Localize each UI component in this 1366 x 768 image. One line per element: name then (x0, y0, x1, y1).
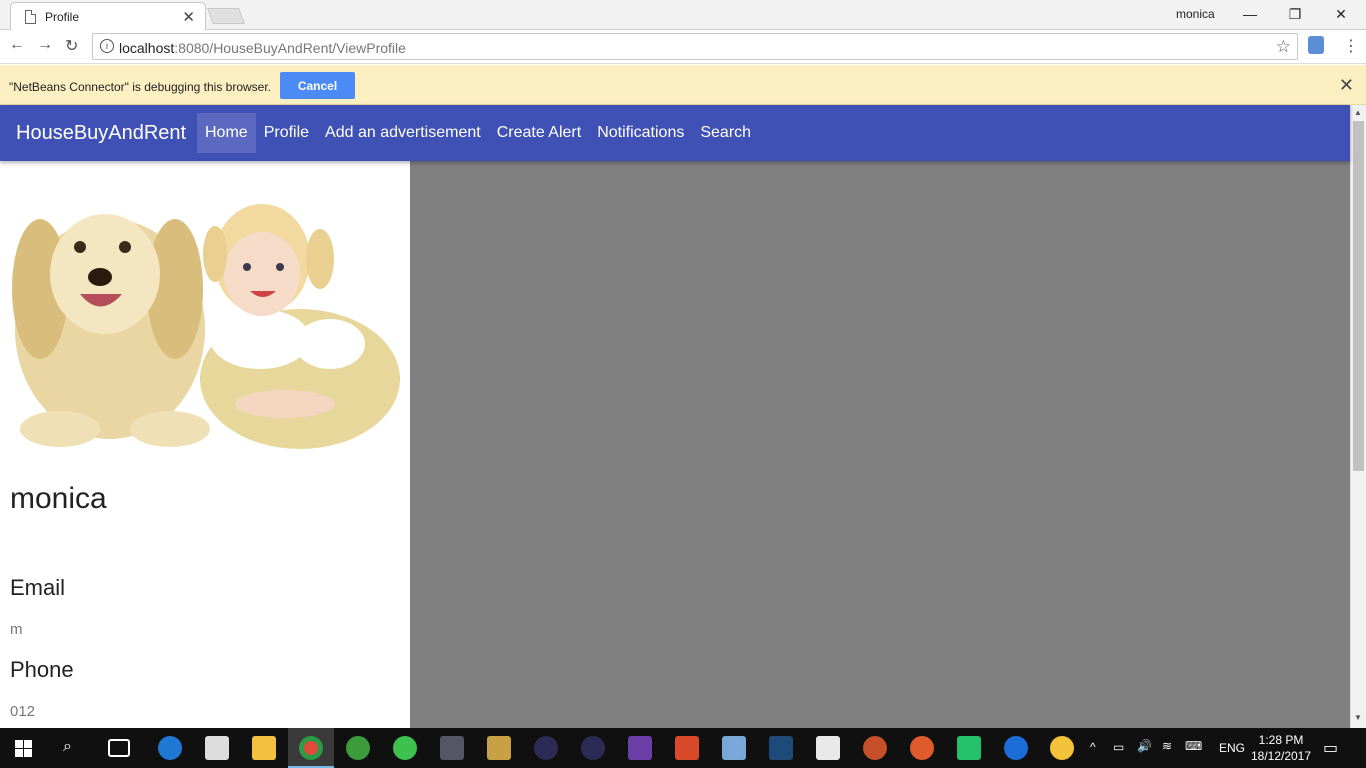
wifi-icon[interactable]: ≋ (1162, 739, 1172, 753)
utorrent-icon[interactable] (346, 736, 370, 760)
url-path: :8080/HouseBuyAndRent/ViewProfile (174, 40, 406, 56)
nav-profile[interactable]: Profile (256, 113, 317, 153)
clock-time: 1:28 PM (1258, 733, 1304, 747)
debug-infobar: "NetBeans Connector" is debugging this b… (0, 65, 1366, 105)
email-value: m (10, 621, 23, 638)
tray-chevron-icon[interactable]: ^ (1090, 740, 1096, 754)
nav-search[interactable]: Search (692, 113, 759, 153)
address-bar[interactable]: i localhost:8080/HouseBuyAndRent/ViewPro… (92, 33, 1298, 60)
page-icon (25, 10, 36, 24)
tab-close-icon[interactable]: ✕ (182, 8, 195, 26)
browser-title-bar: Profile ✕ monica — ❐ ✕ (0, 0, 1366, 30)
cancel-debug-button[interactable]: Cancel (280, 72, 355, 99)
teamviewer-icon[interactable] (1004, 736, 1028, 760)
notepad-icon[interactable] (816, 736, 840, 760)
notification-center-icon[interactable]: ▭ (1323, 738, 1338, 758)
chrome-icon (299, 736, 323, 760)
eclipse-icon[interactable] (534, 736, 558, 760)
site-brand[interactable]: HouseBuyAndRent (16, 122, 186, 145)
store-icon[interactable] (205, 736, 229, 760)
tab-title: Profile (45, 10, 80, 24)
site-navbar: HouseBuyAndRent Home Profile Add an adve… (0, 105, 1350, 161)
file-explorer-icon[interactable] (252, 736, 276, 760)
profile-name: monica (10, 482, 107, 515)
netbeans-icon[interactable] (722, 736, 746, 760)
pen-icon[interactable] (910, 736, 934, 760)
system-clock[interactable]: 1:28 PM 18/12/2017 (1248, 732, 1314, 764)
nav-links: Home Profile Add an advertisement Create… (197, 113, 759, 153)
sql-icon[interactable] (769, 736, 793, 760)
info-icon[interactable]: i (100, 39, 114, 53)
visual-studio-icon[interactable] (628, 736, 652, 760)
scrollbar-thumb[interactable] (1353, 121, 1364, 471)
reload-icon[interactable]: ↻ (65, 36, 78, 56)
browser-tab[interactable]: Profile ✕ (10, 2, 206, 30)
forward-icon[interactable]: → (37, 36, 53, 54)
profile-user-button[interactable]: monica (1176, 7, 1215, 21)
browser-toolbar: ← → ↻ i localhost:8080/HouseBuyAndRent/V… (0, 30, 1366, 64)
nav-home[interactable]: Home (197, 113, 256, 153)
owl-icon[interactable] (863, 736, 887, 760)
profile-photo (0, 179, 404, 459)
content-backdrop (410, 161, 1350, 728)
scroll-up-icon[interactable]: ▲ (1354, 108, 1362, 117)
url-text: localhost:8080/HouseBuyAndRent/ViewProfi… (119, 40, 406, 56)
paint-icon[interactable] (487, 736, 511, 760)
volume-icon[interactable]: 🔊 (1137, 739, 1152, 753)
pycharm-icon[interactable] (957, 736, 981, 760)
browser-menu-icon[interactable]: ⋮ (1343, 36, 1359, 56)
restore-icon[interactable]: ❐ (1272, 3, 1318, 25)
battery-icon[interactable]: ▭ (1113, 740, 1124, 754)
keyboard-icon[interactable]: ⌨ (1185, 739, 1202, 753)
windows-start-icon[interactable] (15, 740, 32, 757)
lightbulb-icon[interactable] (1050, 736, 1074, 760)
url-host: localhost (119, 40, 175, 56)
phone-label: Phone (10, 657, 74, 682)
media-player-icon[interactable] (440, 736, 464, 760)
email-label: Email (10, 575, 66, 600)
phone-value: 012 (10, 703, 36, 720)
windows-taskbar: ⌕ ^ ▭ 🔊 ≋ ⌨ ENG 1:28 PM 18/12/2017 ▭ (0, 728, 1366, 768)
extension-cube-icon[interactable] (1308, 36, 1324, 54)
bookmark-star-icon[interactable]: ☆ (1276, 37, 1291, 57)
nav-add-advertisement[interactable]: Add an advertisement (317, 113, 489, 153)
profile-panel: monica Email m Phone 012 (0, 161, 410, 728)
nav-create-alert[interactable]: Create Alert (489, 113, 589, 153)
clock-date: 18/12/2017 (1250, 749, 1312, 763)
nav-notifications[interactable]: Notifications (589, 113, 692, 153)
language-indicator[interactable]: ENG (1219, 741, 1245, 755)
task-view-icon[interactable] (108, 739, 130, 757)
infobar-close-icon[interactable]: ✕ (1339, 75, 1354, 96)
whatsapp-icon[interactable] (393, 736, 417, 760)
edge-icon[interactable] (158, 736, 182, 760)
eclipse-icon-2[interactable] (581, 736, 605, 760)
app-icon[interactable] (675, 736, 699, 760)
window-close-icon[interactable]: ✕ (1318, 3, 1364, 25)
page-scrollbar[interactable]: ▲ ▼ (1350, 105, 1366, 728)
search-icon[interactable]: ⌕ (63, 738, 72, 756)
infobar-message: "NetBeans Connector" is debugging this b… (9, 80, 272, 94)
minimize-icon[interactable]: — (1227, 3, 1273, 25)
chrome-taskbar-button[interactable] (288, 728, 334, 768)
new-tab-button[interactable] (207, 8, 245, 24)
scroll-down-icon[interactable]: ▼ (1354, 713, 1362, 722)
back-icon[interactable]: ← (9, 36, 25, 54)
